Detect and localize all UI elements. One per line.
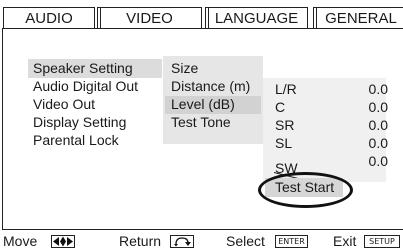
channel-value-sw[interactable]: 0.0 — [350, 153, 388, 170]
main-menu-item-display-setting[interactable]: Display Setting — [33, 114, 126, 131]
tab-language-label: LANGUAGE — [214, 10, 299, 27]
tab-general-label: GENERAL — [325, 10, 397, 27]
channel-label-sl: SL — [275, 135, 293, 151]
tab-audio[interactable]: AUDIO — [3, 7, 95, 29]
channel-label-lr: L/R — [275, 81, 297, 97]
footer-return-label: Return — [119, 233, 162, 249]
enter-key-icon: ENTER — [275, 235, 308, 248]
tab-language[interactable]: LANGUAGE — [205, 7, 308, 29]
footer-move-label: Move — [3, 233, 38, 249]
submenu-item-test-tone[interactable]: Test Tone — [171, 114, 231, 131]
main-menu-item-audio-digital-out[interactable]: Audio Digital Out — [33, 78, 138, 95]
tab-video-label: VIDEO — [126, 10, 173, 27]
submenu-item-distance[interactable]: Distance (m) — [171, 78, 250, 95]
return-key-icon — [170, 235, 194, 248]
footer-select-label: Select — [226, 233, 265, 249]
tab-audio-label: AUDIO — [25, 10, 73, 27]
main-menu-item-speaker-setting[interactable]: Speaker Setting — [33, 60, 133, 77]
enter-key-label: ENTER — [278, 237, 305, 246]
submenu-item-size[interactable]: Size — [171, 60, 198, 77]
setup-key-icon: SETUP — [364, 235, 400, 248]
main-menu-item-parental-lock[interactable]: Parental Lock — [33, 132, 119, 149]
setup-key-label: SETUP — [369, 237, 395, 246]
submenu-item-level[interactable]: Level (dB) — [171, 96, 235, 113]
channel-label-c: C — [275, 99, 286, 115]
channel-label-sr: SR — [275, 117, 295, 133]
channel-value-sl[interactable]: 0.0 — [350, 135, 388, 152]
test-start-annotation-circle — [258, 172, 353, 208]
channel-value-c[interactable]: 0.0 — [350, 99, 388, 116]
footer-bar: Move Return Select ENTER Exit SETUP — [0, 232, 403, 250]
channel-value-sr[interactable]: 0.0 — [350, 117, 388, 134]
channel-value-lr[interactable]: 0.0 — [350, 81, 388, 98]
tab-general[interactable]: GENERAL — [313, 7, 403, 29]
four-way-arrows-icon — [51, 235, 75, 248]
tab-video[interactable]: VIDEO — [97, 7, 202, 29]
footer-exit-label: Exit — [333, 233, 357, 249]
main-menu-item-video-out[interactable]: Video Out — [33, 96, 95, 113]
